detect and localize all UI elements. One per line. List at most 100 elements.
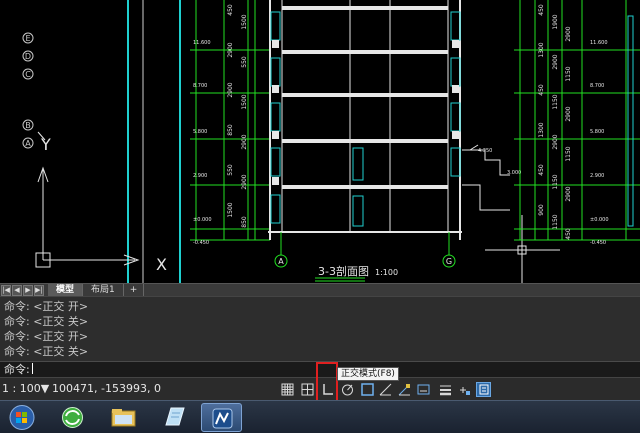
svg-text:4.350: 4.350 xyxy=(478,148,492,154)
ucs-icon xyxy=(35,131,140,268)
grid-markers: A G xyxy=(274,232,456,268)
cursor-coordinates[interactable]: 100471, -153993, 0 xyxy=(52,382,161,395)
snap-mode-icon[interactable] xyxy=(300,382,315,397)
left-dim-label: 1500 xyxy=(227,202,234,217)
row-marker-b: B xyxy=(25,121,31,130)
svg-text:8.700: 8.700 xyxy=(193,83,207,89)
right-dim-label: 2900 xyxy=(565,186,572,201)
crosshair-cursor xyxy=(485,215,560,283)
right-dim-label: 1150 xyxy=(565,146,572,161)
right-dimensions xyxy=(514,0,640,241)
command-history-line: 命令: <正交 关> xyxy=(4,345,89,358)
right-dim-label: 1150 xyxy=(552,94,559,109)
quick-properties-icon[interactable] xyxy=(476,382,491,397)
right-dim-label: 2900 xyxy=(552,54,559,69)
left-dim-label: 2900 xyxy=(241,174,248,189)
right-dim-label: 450 xyxy=(538,4,545,16)
command-prompt-label: 命令: xyxy=(4,363,30,376)
grid-marker-a: A xyxy=(278,257,284,266)
svg-text:8.700: 8.700 xyxy=(590,83,604,89)
windows-taskbar xyxy=(0,400,640,433)
cad-app-icon[interactable] xyxy=(201,403,242,432)
command-history-line: 命令: <正交 开> xyxy=(4,330,89,343)
left-dim-label: 2900 xyxy=(241,134,248,149)
cad-window: E D C B A Y X 11.600 8.700 5.800 2.900 ±… xyxy=(0,0,640,433)
object-snap-icon[interactable] xyxy=(360,382,375,397)
right-dim-label: 2900 xyxy=(565,26,572,41)
row-marker-a: A xyxy=(25,139,31,148)
svg-text:2.900: 2.900 xyxy=(193,173,207,179)
axis-x-label: X xyxy=(156,255,167,274)
left-dim-text: 450 1500 2900 550 2900 1500 850 2900 550 2900 1500… xyxy=(227,4,248,228)
row-marker-c: C xyxy=(25,70,31,79)
svg-text:5.800: 5.800 xyxy=(590,129,604,135)
right-dim-label: 450 xyxy=(538,84,545,96)
svg-text:±0.000: ±0.000 xyxy=(193,217,212,223)
right-dim-label: 1300 xyxy=(538,122,545,137)
right-dim-label: 450 xyxy=(538,164,545,176)
svg-text:-0.450: -0.450 xyxy=(193,240,209,246)
tab-model[interactable]: 模型 xyxy=(48,284,84,296)
lineweight-icon[interactable] xyxy=(438,382,453,397)
add-layout-button[interactable]: + xyxy=(124,284,145,296)
svg-text:11.600: 11.600 xyxy=(193,40,211,46)
notepad-icon[interactable] xyxy=(154,403,195,432)
grid-marker-g: G xyxy=(446,257,452,266)
drawing-canvas[interactable]: E D C B A Y X 11.600 8.700 5.800 2.900 ±… xyxy=(0,0,640,283)
row-marker-e: E xyxy=(25,34,30,43)
left-dim-label: 2900 xyxy=(227,42,234,57)
left-dim-label: 1500 xyxy=(241,94,248,109)
right-dim-label: 1900 xyxy=(552,14,559,29)
transparency-icon[interactable] xyxy=(456,382,471,397)
right-dim-text: 450 1900 2900 1300 2900 1150 450 1150 2900 1300 29… xyxy=(538,4,572,240)
left-dim-label: 1500 xyxy=(241,14,248,29)
left-dim-label: 2900 xyxy=(227,82,234,97)
svg-text:2.900: 2.900 xyxy=(590,173,604,179)
right-dim-label: 1150 xyxy=(552,174,559,189)
axis-y-label: Y xyxy=(40,135,51,154)
layout-tab-bar: |◀ ◀ ▶ ▶| 模型 布局1 + xyxy=(0,283,640,296)
left-dim-label: 850 xyxy=(227,124,234,136)
tab-nav-next[interactable]: ▶ xyxy=(23,284,33,296)
right-dim-label: 1150 xyxy=(565,66,572,81)
tab-layout1[interactable]: 布局1 xyxy=(83,284,124,296)
drawing-svg: E D C B A Y X 11.600 8.700 5.800 2.900 ±… xyxy=(22,0,640,283)
left-dim-label: 550 xyxy=(227,164,234,176)
tab-nav-last[interactable]: ▶| xyxy=(34,284,44,296)
right-dim-label: 900 xyxy=(538,204,545,216)
section-scale: 1:100 xyxy=(375,268,398,277)
tab-nav-first[interactable]: |◀ xyxy=(1,284,11,296)
right-level-labels: 11.600 8.700 5.800 2.900 ±0.000 -0.450 xyxy=(590,40,609,246)
svg-text:11.600: 11.600 xyxy=(590,40,608,46)
dynamic-ucs-icon[interactable] xyxy=(416,382,431,397)
svg-text:-0.450: -0.450 xyxy=(590,240,606,246)
text-caret xyxy=(31,363,33,374)
ortho-tooltip: 正交模式(F8) xyxy=(337,367,399,381)
annotation-scale[interactable]: 1 : 100▼ xyxy=(2,382,49,395)
browser-icon[interactable] xyxy=(52,403,93,432)
command-history-line: 命令: <正交 开> xyxy=(4,300,89,313)
right-dim-label: 1300 xyxy=(538,42,545,57)
command-history: 命令: <正交 开> 命令: <正交 关> 命令: <正交 开> 命令: <正交… xyxy=(0,296,640,361)
right-dim-label: 450 xyxy=(565,228,572,240)
3d-object-snap-icon[interactable] xyxy=(378,382,393,397)
svg-text:5.800: 5.800 xyxy=(193,129,207,135)
tab-nav-prev[interactable]: ◀ xyxy=(12,284,22,296)
left-dim-label: 850 xyxy=(241,216,248,228)
object-snap-tracking-icon[interactable] xyxy=(397,382,412,397)
start-orb-icon[interactable] xyxy=(2,403,42,432)
right-dim-label: 2900 xyxy=(552,134,559,149)
left-dim-label: 450 xyxy=(227,4,234,16)
left-dim-label: 550 xyxy=(241,56,248,68)
row-markers: E D C B A xyxy=(22,32,34,149)
svg-text:±0.000: ±0.000 xyxy=(590,217,609,223)
polar-tracking-icon[interactable] xyxy=(340,382,355,397)
command-history-line: 命令: <正交 关> xyxy=(4,315,89,328)
row-marker-d: D xyxy=(25,52,31,61)
right-dim-label: 1150 xyxy=(552,214,559,229)
svg-text:3.000: 3.000 xyxy=(507,170,521,176)
grid-display-icon[interactable] xyxy=(280,382,295,397)
right-dim-label: 2900 xyxy=(565,106,572,121)
file-explorer-icon[interactable] xyxy=(103,403,144,432)
building-section xyxy=(268,0,510,240)
